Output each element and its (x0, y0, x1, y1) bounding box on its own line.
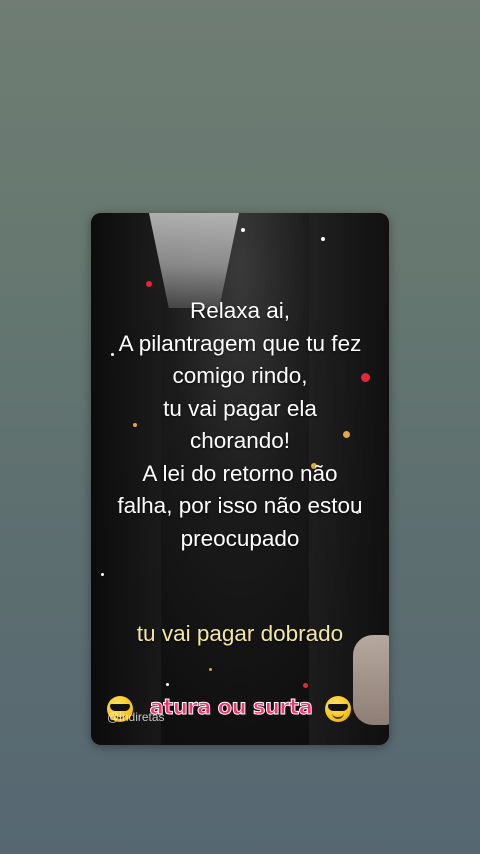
quote-text: Relaxa ai, A pilantragem que tu fez comi… (117, 298, 363, 551)
signature-text: atura ou surta (149, 695, 313, 720)
sparkle (241, 228, 245, 232)
smiling-face-with-sunglasses-icon (325, 696, 351, 722)
signature-row: @indiretas atura ou surta (91, 695, 389, 726)
sparkle (166, 683, 169, 686)
sparkle (321, 237, 325, 241)
sparkle (101, 573, 104, 576)
sparkle (209, 668, 212, 671)
sparkle (303, 683, 308, 688)
sparkle (146, 281, 152, 287)
highlight-text: tu vai pagar dobrado (136, 621, 344, 646)
background-figure-collar (149, 213, 239, 308)
post-image-card[interactable]: Relaxa ai, A pilantragem que tu fez comi… (91, 213, 389, 745)
